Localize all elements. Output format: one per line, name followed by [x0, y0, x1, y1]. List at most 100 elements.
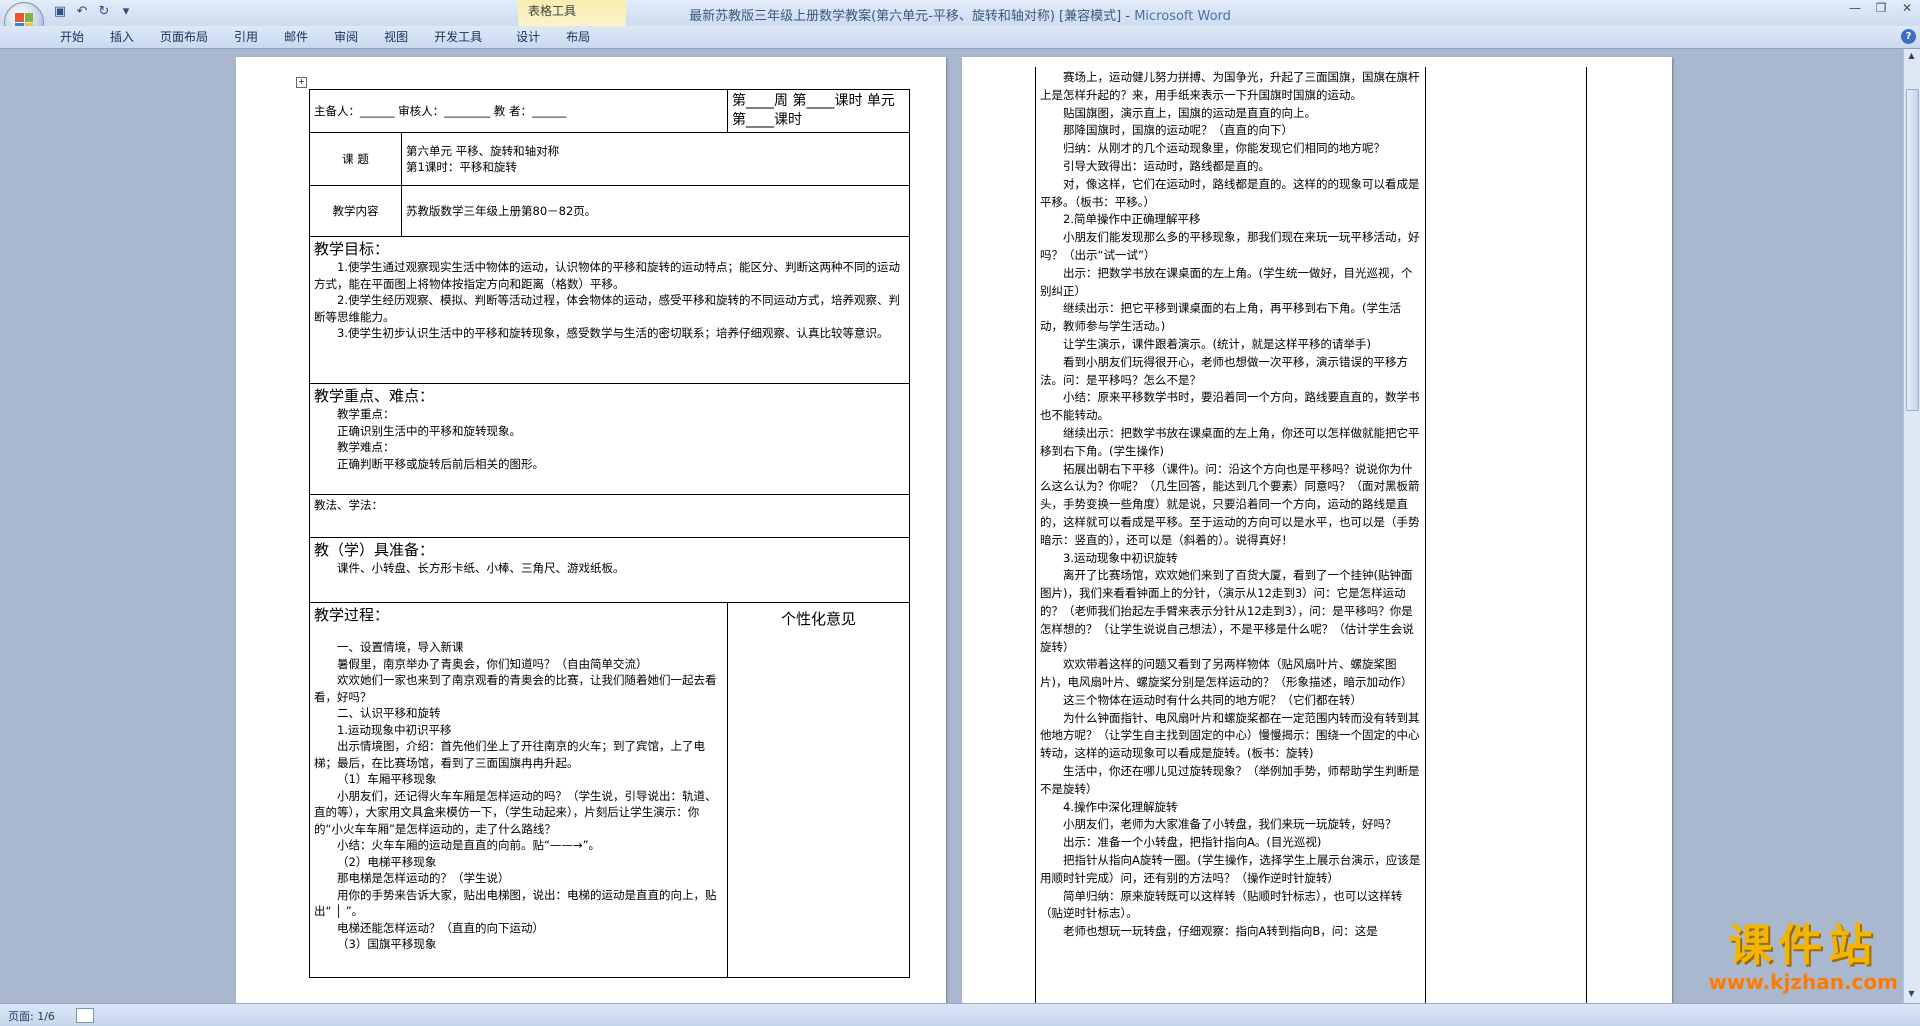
- process-line: （2）电梯平移现象: [337, 854, 437, 869]
- process-line: 1.运动现象中初识平移: [337, 722, 452, 737]
- process-line: 欢欢带着这样的问题又看到了另两样物体（贴风扇叶片、螺旋桨图片)，电风扇叶片、螺旋…: [1040, 657, 1413, 690]
- process-line: （1）车厢平移现象: [337, 772, 437, 786]
- process-line: 看到小朋友们玩得很开心，老师也想做一次平移，演示错误的平移方法。问：是平移吗？怎…: [1040, 354, 1408, 387]
- opinion-heading: 个性化意见: [780, 610, 856, 628]
- content-cell[interactable]: 苏教版数学三年级上册第80－82页。: [401, 185, 910, 237]
- process-line: 那降国旗时，国旗的运动呢？（直直的向下）: [1063, 123, 1293, 138]
- process-line: 把指针从指向A旋转一圈。(学生操作，选择学生上展示台演示，应该是用顺时针完成）问…: [1040, 853, 1421, 885]
- document-title: 最新苏教版三年级上册数学教案(第六单元-平移、旋转和轴对称) [兼容模式]: [689, 9, 1122, 24]
- topic-label: 课 题: [309, 132, 402, 186]
- process-line: 小结：火车车厢的运动是直直的向前。贴“——→”。: [337, 838, 601, 852]
- minimize-icon[interactable]: —: [1842, 0, 1868, 18]
- continued-table[interactable]: 赛场上，运动健儿努力拼搏、为国争光，升起了三面国旗，国旗在旗杆上是怎样升起的？来…: [1035, 67, 1587, 1003]
- key-line: 正确识别生活中的平移和旋转现象。: [337, 423, 521, 438]
- page-1[interactable]: + 主备人：______ 审核人：________ 教 者：______ 第__…: [236, 57, 946, 1003]
- vertical-scrollbar[interactable]: ▲ ▼: [1903, 49, 1920, 1003]
- key-heading: 教学重点、难点：: [314, 387, 435, 405]
- tab-review[interactable]: 审阅: [334, 26, 358, 48]
- process-heading: 教学过程：: [314, 606, 390, 624]
- method-heading[interactable]: 教法、学法：: [309, 494, 910, 538]
- goal-item: 2.使学生经历观察、模拟、判断等活动过程，体会物体的运动，感受平移和旋转的不同运…: [314, 293, 900, 324]
- process-line: 继续出示：把数学书放在课桌面的左上角，你还可以怎样做就能把它平移到右下角。(学生…: [1040, 425, 1420, 458]
- tab-mailings[interactable]: 邮件: [284, 26, 308, 48]
- close-icon[interactable]: ✕: [1894, 0, 1920, 18]
- header-right-cell[interactable]: 第____周 第____课时 单元第____课时: [727, 89, 910, 133]
- tab-insert[interactable]: 插入: [110, 26, 134, 48]
- process-line: 一、设置情境，导入新课: [337, 640, 464, 654]
- table-move-handle-icon[interactable]: +: [296, 77, 307, 88]
- topic-cell[interactable]: 第六单元 平移、旋转和轴对称 第1课时：平移和旋转: [401, 132, 910, 186]
- key-line: 教学重点：: [337, 407, 395, 421]
- process-line: 二、认识平移和旋转: [337, 706, 441, 720]
- process-line: 4.操作中深化理解旋转: [1063, 799, 1178, 814]
- process-continued-cell[interactable]: 赛场上，运动健儿努力拼搏、为国争光，升起了三面国旗，国旗在旗杆上是怎样升起的？来…: [1036, 67, 1426, 1003]
- window-controls: — ❐ ✕: [1842, 0, 1920, 18]
- tab-page-layout[interactable]: 页面布局: [160, 26, 208, 48]
- ribbon: 开始 插入 页面布局 引用 邮件 审阅 视图 开发工具 设计 布局 ?: [0, 26, 1920, 49]
- process-line: 拓展出朝右下平移（课件)。问：沿这个方向也是平移吗？说说你为什么这么认为？你呢？…: [1040, 461, 1420, 547]
- lesson-plan-table[interactable]: 主备人：______ 审核人：________ 教 者：______ 第____…: [309, 89, 910, 978]
- ribbon-tabs: 开始 插入 页面布局 引用 邮件 审阅 视图 开发工具 设计 布局: [60, 26, 616, 48]
- opinion-cell[interactable]: 个性化意见: [727, 602, 910, 978]
- app-name: Microsoft Word: [1134, 9, 1231, 24]
- process-line: 暑假里，南京举办了青奥会，你们知道吗？（自由简单交流）: [337, 656, 648, 671]
- proofing-icon[interactable]: [76, 1008, 94, 1023]
- tab-design[interactable]: 设计: [516, 26, 540, 48]
- process-line: 引导大致得出：运动时，路线都是直的。: [1063, 158, 1270, 173]
- help-icon[interactable]: ?: [1901, 29, 1916, 44]
- goals-cell[interactable]: 教学目标： 1.使学生通过观察现实生活中物体的运动，认识物体的平移和旋转的运动特…: [309, 236, 910, 384]
- tab-layout[interactable]: 布局: [566, 26, 590, 48]
- document-area[interactable]: + 主备人：______ 审核人：________ 教 者：______ 第__…: [0, 49, 1904, 1003]
- process-line: 赛场上，运动健儿努力拼搏、为国争光，升起了三面国旗，国旗在旗杆上是怎样升起的？来…: [1040, 70, 1420, 102]
- watermark-logo: 课件站 www.kjzhan.com: [1708, 920, 1898, 992]
- goals-heading: 教学目标：: [314, 240, 390, 258]
- page-2[interactable]: 赛场上，运动健儿努力拼搏、为国争光，升起了三面国旗，国旗在旗杆上是怎样升起的？来…: [962, 57, 1672, 1003]
- tab-references[interactable]: 引用: [234, 26, 258, 48]
- process-line: 贴国旗图，演示直上，国旗的运动是直直的向上。: [1063, 105, 1316, 120]
- tab-developer[interactable]: 开发工具: [434, 26, 482, 48]
- restore-icon[interactable]: ❐: [1868, 0, 1894, 18]
- topic-line: 第六单元 平移、旋转和轴对称: [406, 143, 560, 158]
- process-line: 简单归纳：原来旋转既可以这样转（贴顺时针标志），也可以这样转（贴逆时针标志）。: [1040, 888, 1403, 921]
- process-line: 小朋友们能发现那么多的平移现象，那我们现在来玩一玩平移活动，好吗？（出示“试一试…: [1040, 230, 1420, 262]
- process-line: 继续出示：把它平移到课桌面的右上角，再平移到右下角。(学生活动，教师参与学生活动…: [1040, 301, 1401, 334]
- process-line: （3）国旗平移现象: [337, 937, 437, 951]
- key-points-cell[interactable]: 教学重点、难点： 教学重点： 正确识别生活中的平移和旋转现象。 教学难点： 正确…: [309, 383, 910, 495]
- process-line: 电梯还能怎样运动？（直直的向下运动）: [337, 920, 544, 935]
- process-line: 3.运动现象中初识旋转: [1063, 550, 1178, 565]
- process-line: 归纳：从刚才的几个运动现象里，你能发现它们相同的地方呢？: [1063, 141, 1385, 156]
- process-line: 出示情境图，介绍：首先他们坐上了开往南京的火车；到了宾馆，上了电梯；最后，在比赛…: [314, 739, 705, 770]
- key-line: 正确判断平移或旋转后前后相关的图形。: [337, 456, 544, 471]
- window-title: 最新苏教版三年级上册数学教案(第六单元-平移、旋转和轴对称) [兼容模式] - …: [689, 9, 1231, 24]
- process-line: 2.简单操作中正确理解平移: [1063, 212, 1201, 227]
- page-indicator[interactable]: 页面: 1/6: [8, 1008, 55, 1024]
- process-line: 让学生演示，课件跟着演示。(统计，就是这样平移的请举手): [1063, 336, 1371, 351]
- content-label: 教学内容: [309, 185, 402, 237]
- process-line: 用你的手势来告诉大家，贴出电梯图，说出：电梯的运动是直直的向上，贴出“ │ ”。: [314, 887, 717, 919]
- tab-home[interactable]: 开始: [60, 26, 84, 48]
- goal-item: 3.使学生初步认识生活中的平移和旋转现象，感受数学与生活的密切联系；培养仔细观察…: [337, 326, 889, 340]
- process-line: 这三个物体在运动时有什么共同的地方呢？（它们都在转）: [1063, 692, 1362, 707]
- scroll-down-icon[interactable]: ▼: [1906, 989, 1917, 1001]
- watermark-url: www.kjzhan.com: [1708, 970, 1898, 994]
- process-line: 小朋友们，还记得火车车厢是怎样运动的吗？（学生说，引导说出：轨道、直的等），大家…: [314, 788, 717, 836]
- process-line: 欢欢她们一家也来到了南京观看的青奥会的比赛，让我们随着她们一起去看看，好吗？: [314, 673, 717, 704]
- tools-heading: 教（学）具准备：: [314, 541, 435, 559]
- topic-line: 第1课时：平移和旋转: [406, 160, 517, 174]
- process-line: 出示：准备一个小转盘，把指针指向A。(目光巡视): [1063, 835, 1322, 850]
- process-line: 老师也想玩一玩转盘，仔细观察：指向A转到指向B，问：这是: [1063, 924, 1378, 939]
- tools-value: 课件、小转盘、长方形卡纸、小棒、三角尺、游戏纸板。: [337, 561, 625, 575]
- process-cell[interactable]: 教学过程： 一、设置情境，导入新课 暑假里，南京举办了青奥会，你们知道吗？（自由…: [309, 602, 728, 978]
- process-line: 对，像这样，它们在运动时，路线都是直的。这样的的现象可以看成是平移。（板书：平移…: [1040, 176, 1420, 209]
- key-line: 教学难点：: [337, 440, 395, 454]
- goal-item: 1.使学生通过观察现实生活中物体的运动，认识物体的平移和旋转的运动特点；能区分、…: [314, 260, 900, 291]
- status-bar: 页面: 1/6: [0, 1003, 1920, 1026]
- tools-cell[interactable]: 教（学）具准备： 课件、小转盘、长方形卡纸、小棒、三角尺、游戏纸板。: [309, 537, 910, 603]
- scroll-up-icon[interactable]: ▲: [1906, 51, 1917, 63]
- tab-view[interactable]: 视图: [384, 26, 408, 48]
- process-line: 离开了比赛场馆，欢欢她们来到了百货大厦，看到了一个挂钟(贴钟面图片)，我们来看看…: [1040, 568, 1414, 654]
- header-left-cell[interactable]: 主备人：______ 审核人：________ 教 者：______: [309, 89, 728, 133]
- process-line: 生活中，你还在哪儿见过旋转现象？（举例加手势，师帮助学生判断是不是旋转）: [1040, 764, 1420, 796]
- scrollbar-thumb[interactable]: [1906, 89, 1919, 411]
- title-bar: ▣ ↶ ↻ ▾ 表格工具 最新苏教版三年级上册数学教案(第六单元-平移、旋转和轴…: [0, 0, 1920, 46]
